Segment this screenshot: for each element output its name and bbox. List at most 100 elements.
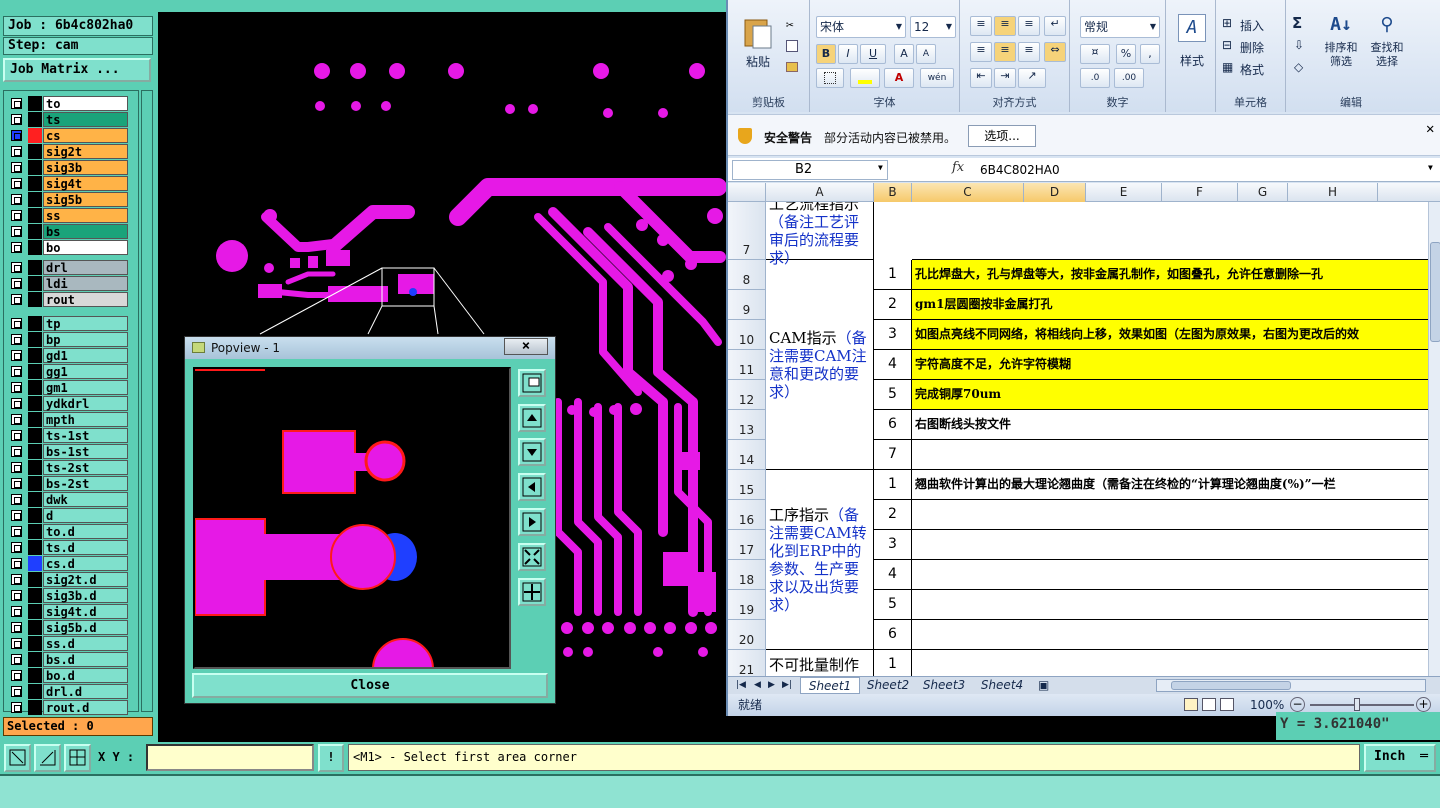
cell[interactable] — [912, 590, 1432, 620]
snap-grid-button[interactable] — [64, 744, 91, 772]
underline-button[interactable]: U — [860, 44, 886, 64]
layer-row[interactable]: bp — [6, 332, 128, 347]
last-sheet-icon[interactable]: ▶| — [782, 677, 792, 694]
exclamation-button[interactable]: ! — [318, 744, 344, 772]
layer-name[interactable]: bo — [43, 240, 128, 255]
cell-index[interactable]: 3 — [874, 320, 912, 350]
align-middle-button[interactable]: ≡ — [994, 16, 1016, 36]
layer-row[interactable]: rout — [6, 292, 128, 307]
layer-checkbox[interactable] — [11, 670, 22, 681]
orientation-button[interactable]: ↗ — [1018, 68, 1046, 88]
horizontal-scrollbar[interactable] — [1156, 679, 1426, 692]
layer-name[interactable]: bs — [43, 224, 128, 239]
layer-checkbox[interactable] — [11, 510, 22, 521]
layer-name[interactable]: bs.d — [43, 652, 128, 667]
layer-color-swatch[interactable] — [28, 96, 42, 111]
xy-input[interactable] — [146, 744, 314, 771]
cell[interactable]: 如图点亮线不同网络，将相线向上移，效果如图（左图为原效果，右图为更改后的效 — [912, 320, 1432, 350]
cell[interactable]: 翘曲软件计算出的最大理论翘曲度（需备注在终检的“计算理论翘曲度(%)”一栏 — [912, 470, 1432, 500]
layer-name[interactable]: bs-1st — [43, 444, 128, 459]
layer-row[interactable]: ldi — [6, 276, 128, 291]
layer-color-swatch[interactable] — [28, 476, 42, 491]
popview-pan-down-button[interactable] — [518, 438, 546, 466]
fill-icon[interactable]: ⇩ — [1294, 38, 1304, 52]
layer-row[interactable]: sig4t — [6, 176, 128, 191]
prev-sheet-icon[interactable]: ◀ — [754, 677, 761, 694]
cell-index[interactable]: 6 — [874, 410, 912, 440]
bold-button[interactable]: B — [816, 44, 836, 64]
layer-checkbox[interactable] — [11, 318, 22, 329]
layer-list-scrollbar[interactable] — [141, 90, 153, 712]
layer-name[interactable]: sig5b.d — [43, 620, 128, 635]
first-sheet-icon[interactable]: |◀ — [736, 677, 746, 694]
next-sheet-icon[interactable]: ▶ — [768, 677, 775, 694]
layer-color-swatch[interactable] — [28, 412, 42, 427]
increase-decimal-button[interactable]: .0 — [1080, 68, 1110, 88]
cell-index[interactable]: 1 — [874, 470, 912, 500]
row-header[interactable]: 13 — [728, 410, 766, 440]
name-box[interactable]: B2 — [732, 160, 888, 180]
align-bottom-button[interactable]: ≡ — [1018, 16, 1040, 36]
layer-checkbox[interactable] — [11, 130, 22, 141]
layer-name[interactable]: cs — [43, 128, 128, 143]
layer-color-swatch[interactable] — [28, 292, 42, 307]
format-painter-icon[interactable] — [786, 62, 798, 72]
cell[interactable] — [912, 620, 1432, 650]
layer-color-swatch[interactable] — [28, 444, 42, 459]
sheet-tab-3[interactable]: Sheet3 — [918, 677, 970, 694]
layer-color-swatch[interactable] — [28, 380, 42, 395]
scroll-thumb[interactable] — [1430, 242, 1440, 342]
layer-color-swatch[interactable] — [28, 240, 42, 255]
chevron-down-icon[interactable]: ▼ — [878, 163, 883, 172]
select-rect-button[interactable] — [4, 744, 31, 772]
layer-row[interactable]: bs.d — [6, 652, 128, 667]
column-header[interactable]: A — [766, 183, 874, 202]
row-header[interactable]: 17 — [728, 530, 766, 560]
layer-checkbox[interactable] — [11, 278, 22, 289]
layer-row[interactable]: bo — [6, 240, 128, 255]
layer-color-swatch[interactable] — [28, 684, 42, 699]
increase-indent-button[interactable]: ⇥ — [994, 68, 1016, 88]
cell[interactable] — [912, 530, 1432, 560]
layer-color-swatch[interactable] — [28, 620, 42, 635]
popview-close-x-button[interactable]: × — [504, 338, 548, 355]
layer-checkbox[interactable] — [11, 210, 22, 221]
phonetic-button[interactable]: wén — [920, 68, 954, 88]
layer-checkbox[interactable] — [11, 350, 22, 361]
cell-index[interactable]: 5 — [874, 380, 912, 410]
column-header[interactable]: B — [874, 183, 912, 202]
select-line-button[interactable] — [34, 744, 61, 772]
layer-checkbox[interactable] — [11, 334, 22, 345]
layer-checkbox[interactable] — [11, 542, 22, 553]
layer-name[interactable]: tp — [43, 316, 128, 331]
layer-row[interactable]: gg1 — [6, 364, 128, 379]
zoom-out-icon[interactable]: − — [1290, 697, 1305, 712]
insert-sheet-icon[interactable]: ▣ — [1038, 677, 1049, 694]
cell[interactable] — [912, 650, 1432, 676]
layer-row[interactable]: tp — [6, 316, 128, 331]
currency-button[interactable]: ¤ — [1080, 44, 1110, 64]
layer-color-swatch[interactable] — [28, 276, 42, 291]
layer-name[interactable]: gm1 — [43, 380, 128, 395]
zoom-slider-thumb[interactable] — [1354, 698, 1360, 711]
layer-checkbox[interactable] — [11, 294, 22, 305]
layer-name[interactable]: to.d — [43, 524, 128, 539]
layer-checkbox[interactable] — [11, 114, 22, 125]
worksheet-grid[interactable]: 7 8 1 孔比焊盘大，孔与焊盘等大，按非金属孔制作，如图叠孔，允许任意删除一孔 9 2 g… — [728, 202, 1440, 676]
layer-name[interactable]: ts — [43, 112, 128, 127]
layer-color-swatch[interactable] — [28, 588, 42, 603]
h-scroll-thumb[interactable] — [1171, 681, 1291, 690]
cell-index[interactable]: 7 — [874, 440, 912, 470]
layer-row[interactable]: ydkdrl — [6, 396, 128, 411]
layer-name[interactable]: sig2t — [43, 144, 128, 159]
layer-row[interactable]: bs-2st — [6, 476, 128, 491]
cell[interactable]: gm1层圆圈按非金属打孔 — [912, 290, 1432, 320]
layer-name[interactable]: cs.d — [43, 556, 128, 571]
layer-checkbox[interactable] — [11, 478, 22, 489]
align-top-button[interactable]: ≡ — [970, 16, 992, 36]
layer-checkbox[interactable] — [11, 462, 22, 473]
popview-close-button[interactable]: Close — [192, 673, 548, 698]
layer-checkbox[interactable] — [11, 686, 22, 697]
layer-name[interactable]: ss.d — [43, 636, 128, 651]
layer-row[interactable]: ts.d — [6, 540, 128, 555]
